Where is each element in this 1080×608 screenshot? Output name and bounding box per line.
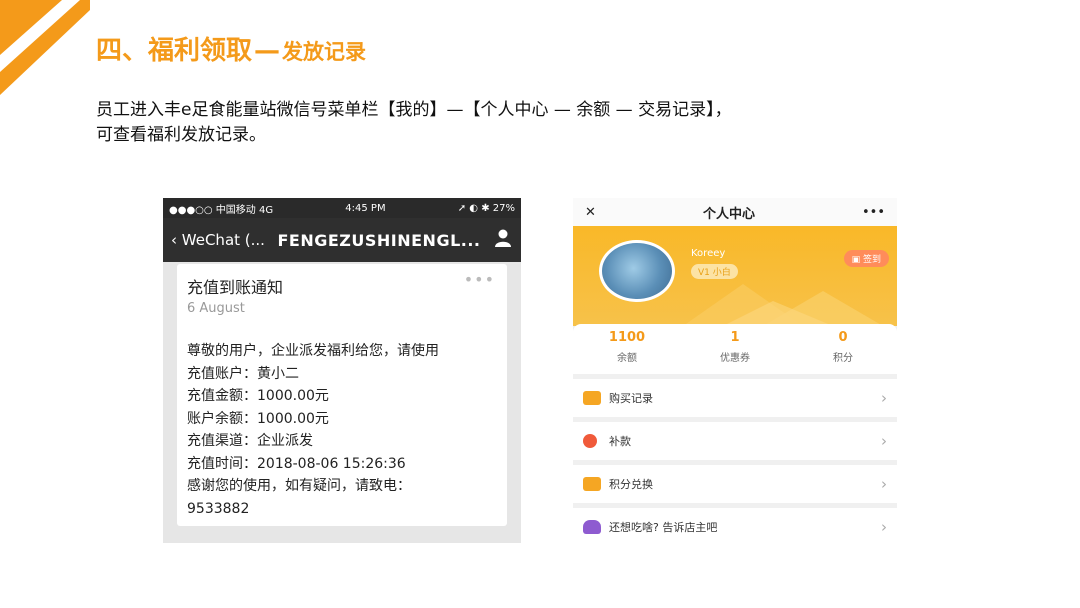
- title-main: 四、福利领取: [96, 36, 253, 66]
- account-name: FENGEZUSHINENGL...: [277, 230, 481, 250]
- status-time: 4:45 PM: [345, 202, 386, 214]
- card-line: 尊敬的用户，企业派发福利给您，请使用: [187, 343, 439, 359]
- desc-line-2: 可查看福利发放记录。: [96, 125, 266, 145]
- card-line: 账户余额：1000.00元: [187, 410, 329, 427]
- stat-points[interactable]: 0 积分: [789, 324, 897, 374]
- slide-description: 员工进入丰e足食能量站微信号菜单栏【我的】—【个人中心 — 余额 — 交易记录】…: [96, 98, 956, 148]
- chevron-right-icon: ›: [881, 389, 887, 407]
- carrier-text: ●●●○○ 中国移动 4G: [169, 204, 274, 216]
- menu-item-purchase-records[interactable]: 购买记录 ›: [573, 379, 897, 417]
- close-icon[interactable]: ✕: [585, 205, 596, 220]
- chevron-right-icon: ›: [881, 518, 887, 536]
- chevron-right-icon: ›: [881, 432, 887, 450]
- receipt-icon: [583, 391, 601, 405]
- battery-text: ➚ ◐ ✱ 27%: [457, 202, 515, 214]
- stat-label: 优惠券: [720, 353, 750, 364]
- stat-label: 余额: [617, 353, 637, 364]
- title-dash: —: [254, 36, 281, 66]
- wechat-screenshot: ●●●○○ 中国移动 4G 4:45 PM ➚ ◐ ✱ 27% ‹ WeChat…: [163, 198, 521, 543]
- chevron-right-icon: ›: [881, 475, 887, 493]
- burger-icon: [583, 520, 601, 534]
- stat-value: 0: [838, 330, 848, 345]
- card-line: 充值渠道：企业派发: [187, 433, 313, 449]
- menu-label: 购买记录: [609, 392, 653, 405]
- app-nav-bar: ✕ 个人中心 •••: [573, 198, 897, 226]
- menu-list: 购买记录 › 补款 › 积分兑换 › 还想吃啥? 告诉店主吧 ›: [573, 379, 897, 543]
- exchange-icon: [583, 477, 601, 491]
- avatar[interactable]: [599, 240, 675, 302]
- card-line: 感谢您的使用，如有疑问，请致电：: [187, 478, 411, 494]
- card-line: 充值金额：1000.00元: [187, 388, 329, 404]
- coin-icon: [583, 434, 597, 448]
- more-icon[interactable]: •••: [862, 205, 885, 220]
- menu-label: 还想吃啥? 告诉店主吧: [609, 521, 718, 534]
- back-button[interactable]: ‹ WeChat (...: [171, 231, 265, 249]
- status-bar: ●●●○○ 中国移动 4G 4:45 PM ➚ ◐ ✱ 27%: [163, 198, 521, 218]
- stat-value: 1: [730, 330, 740, 345]
- page-title: 个人中心: [702, 206, 755, 222]
- card-date: 6 August: [187, 301, 245, 316]
- menu-item-feedback[interactable]: 还想吃啥? 告诉店主吧 ›: [573, 508, 897, 543]
- back-label: WeChat (...: [181, 231, 265, 249]
- stats-bar: 1100 余额 1 优惠券 0 积分: [573, 324, 897, 374]
- menu-label: 积分兑换: [609, 478, 653, 491]
- stat-balance[interactable]: 1100 余额: [573, 324, 681, 374]
- stat-value: 1100: [608, 330, 646, 345]
- checkin-label: 签到: [862, 255, 881, 265]
- profile-banner: Koreey V1 小白 ▣ 签到: [573, 226, 897, 326]
- username: Koreey: [691, 248, 726, 259]
- card-title: 充值到账通知: [187, 278, 284, 297]
- card-line: 充值时间：2018-08-06 15:26:36: [187, 455, 406, 472]
- wechat-nav-bar: ‹ WeChat (... FENGEZUSHINENGL...: [163, 218, 521, 262]
- more-icon[interactable]: •••: [464, 270, 495, 289]
- level-badge: V1 小白: [691, 264, 738, 279]
- menu-label: 补款: [609, 435, 631, 448]
- corner-stripes: [0, 0, 90, 100]
- menu-item-points-exchange[interactable]: 积分兑换 ›: [573, 465, 897, 503]
- notification-card[interactable]: ••• 充值到账通知 6 August 尊敬的用户，企业派发福利给您，请使用 充…: [177, 264, 507, 526]
- card-line: 充值账户：黄小二: [187, 365, 299, 382]
- desc-line-1: 员工进入丰e足食能量站微信号菜单栏【我的】—【个人中心 — 余额 — 交易记录】…: [96, 100, 732, 120]
- stat-label: 积分: [833, 353, 853, 364]
- slide-title: 四、福利领取 — 发放记录: [96, 30, 366, 67]
- title-sub: 发放记录: [282, 40, 367, 64]
- stat-coupons[interactable]: 1 优惠券: [681, 324, 789, 374]
- checkin-button[interactable]: ▣ 签到: [843, 250, 889, 267]
- card-body: 尊敬的用户，企业派发福利给您，请使用 充值账户：黄小二 充值金额：1000.00…: [187, 340, 497, 520]
- card-line: 9533882: [187, 500, 250, 517]
- profile-icon[interactable]: [493, 228, 513, 252]
- menu-item-supplement[interactable]: 补款 ›: [573, 422, 897, 460]
- app-screenshot: ✕ 个人中心 ••• Koreey V1 小白 ▣ 签到 1100 余额 1 优…: [573, 198, 897, 543]
